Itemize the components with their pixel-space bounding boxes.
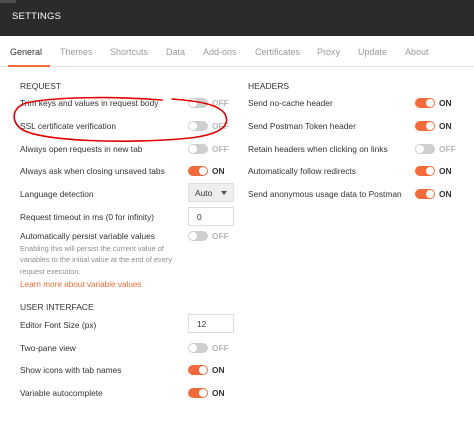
- toggle-knob: [189, 99, 197, 107]
- tab-icons-label: Show icons with tab names: [20, 365, 122, 375]
- toggle-knob: [426, 190, 434, 198]
- tab-icons-toggle[interactable]: ON: [188, 364, 225, 376]
- retain-headers-label: Retain headers when clicking on links: [248, 144, 388, 154]
- tab-certificates[interactable]: Certificates: [255, 47, 300, 57]
- ask-closing-label: Always ask when closing unsaved tabs: [20, 166, 165, 176]
- toggle-track: [188, 121, 208, 131]
- request-heading: REQUEST: [20, 81, 62, 91]
- toggle-track: [188, 166, 208, 176]
- toggle-state: ON: [212, 166, 225, 176]
- toggle-track: [188, 388, 208, 398]
- tab-data[interactable]: Data: [166, 47, 185, 57]
- toggle-track: [188, 231, 208, 241]
- toggle-knob: [189, 344, 197, 352]
- tab-update[interactable]: Update: [358, 47, 387, 57]
- variable-autocomplete-label: Variable autocomplete: [20, 388, 103, 398]
- input-value: 0: [197, 212, 202, 222]
- two-pane-toggle[interactable]: OFF: [188, 342, 229, 354]
- anonymous-usage-label: Send anonymous usage data to Postman: [248, 189, 402, 199]
- persist-variables-description: Enabling this will persist the current v…: [20, 244, 173, 276]
- ask-closing-toggle[interactable]: ON: [188, 165, 225, 177]
- toggle-knob: [199, 366, 207, 374]
- toggle-knob: [426, 122, 434, 130]
- tab-about[interactable]: About: [405, 47, 429, 57]
- two-pane-label: Two-pane view: [20, 343, 76, 353]
- active-tab-indicator: [8, 65, 50, 67]
- user-interface-heading: USER INTERFACE: [20, 302, 94, 312]
- toggle-state: ON: [212, 365, 225, 375]
- toggle-state: ON: [439, 166, 452, 176]
- font-size-input[interactable]: 12: [188, 314, 234, 333]
- toggle-knob: [199, 167, 207, 175]
- open-new-tab-label: Always open requests in new tab: [20, 144, 143, 154]
- toggle-state: OFF: [212, 121, 229, 131]
- toggle-state: ON: [212, 388, 225, 398]
- tab-shortcuts[interactable]: Shortcuts: [110, 47, 148, 57]
- toggle-knob: [189, 145, 197, 153]
- variable-values-link[interactable]: Learn more about variable values: [20, 280, 142, 289]
- toggle-knob: [416, 145, 424, 153]
- toggle-track: [188, 343, 208, 353]
- no-cache-label: Send no-cache header: [248, 98, 333, 108]
- toggle-track: [415, 121, 435, 131]
- select-value: Auto: [195, 188, 213, 198]
- font-size-label: Editor Font Size (px): [20, 320, 97, 330]
- variable-autocomplete-toggle[interactable]: ON: [188, 387, 225, 399]
- chevron-down-icon: [221, 191, 227, 195]
- toggle-state: OFF: [439, 144, 456, 154]
- toggle-state: OFF: [212, 98, 229, 108]
- language-detection-label: Language detection: [20, 189, 94, 199]
- titlebar-edge: [0, 0, 16, 3]
- toggle-track: [415, 166, 435, 176]
- tab-add-ons[interactable]: Add-ons: [203, 47, 237, 57]
- toggle-knob: [189, 122, 197, 130]
- ssl-verification-label: SSL certificate verification: [20, 121, 117, 131]
- toggle-knob: [426, 99, 434, 107]
- headers-heading: HEADERS: [248, 81, 290, 91]
- tab-proxy[interactable]: Proxy: [317, 47, 340, 57]
- follow-redirects-label: Automatically follow redirects: [248, 166, 356, 176]
- toggle-track: [415, 98, 435, 108]
- toggle-state: ON: [439, 121, 452, 131]
- toggle-track: [188, 98, 208, 108]
- open-new-tab-toggle[interactable]: OFF: [188, 143, 229, 155]
- toggle-track: [415, 144, 435, 154]
- toggle-state: OFF: [212, 231, 229, 241]
- toggle-knob: [199, 389, 207, 397]
- anonymous-usage-toggle[interactable]: ON: [415, 188, 452, 200]
- no-cache-toggle[interactable]: ON: [415, 97, 452, 109]
- postman-token-label: Send Postman Token header: [248, 121, 356, 131]
- toggle-track: [415, 189, 435, 199]
- persist-variables-toggle[interactable]: OFF: [188, 230, 229, 242]
- persist-variables-label: Automatically persist variable values: [20, 231, 155, 241]
- follow-redirects-toggle[interactable]: ON: [415, 165, 452, 177]
- toggle-state: OFF: [212, 343, 229, 353]
- trim-keys-toggle[interactable]: OFF: [188, 97, 229, 109]
- ssl-verification-toggle[interactable]: OFF: [188, 120, 229, 132]
- toggle-state: OFF: [212, 144, 229, 154]
- request-timeout-label: Request timeout in ms (0 for infinity): [20, 212, 155, 222]
- window-title: SETTINGS: [12, 11, 62, 22]
- postman-token-toggle[interactable]: ON: [415, 120, 452, 132]
- toggle-track: [188, 144, 208, 154]
- window-titlebar: SETTINGS: [0, 0, 474, 36]
- language-detection-select[interactable]: Auto: [188, 183, 234, 202]
- request-timeout-input[interactable]: 0: [188, 207, 234, 226]
- retain-headers-toggle[interactable]: OFF: [415, 143, 456, 155]
- tab-general[interactable]: General: [10, 47, 42, 57]
- toggle-state: ON: [439, 189, 452, 199]
- toggle-state: ON: [439, 98, 452, 108]
- toggle-knob: [189, 232, 197, 240]
- settings-tabs: General Themes Shortcuts Data Add-ons Ce…: [0, 36, 474, 67]
- trim-keys-label: Trim keys and values in request body: [20, 98, 159, 108]
- toggle-track: [188, 365, 208, 375]
- tab-themes[interactable]: Themes: [60, 47, 93, 57]
- toggle-knob: [426, 167, 434, 175]
- input-value: 12: [197, 319, 207, 329]
